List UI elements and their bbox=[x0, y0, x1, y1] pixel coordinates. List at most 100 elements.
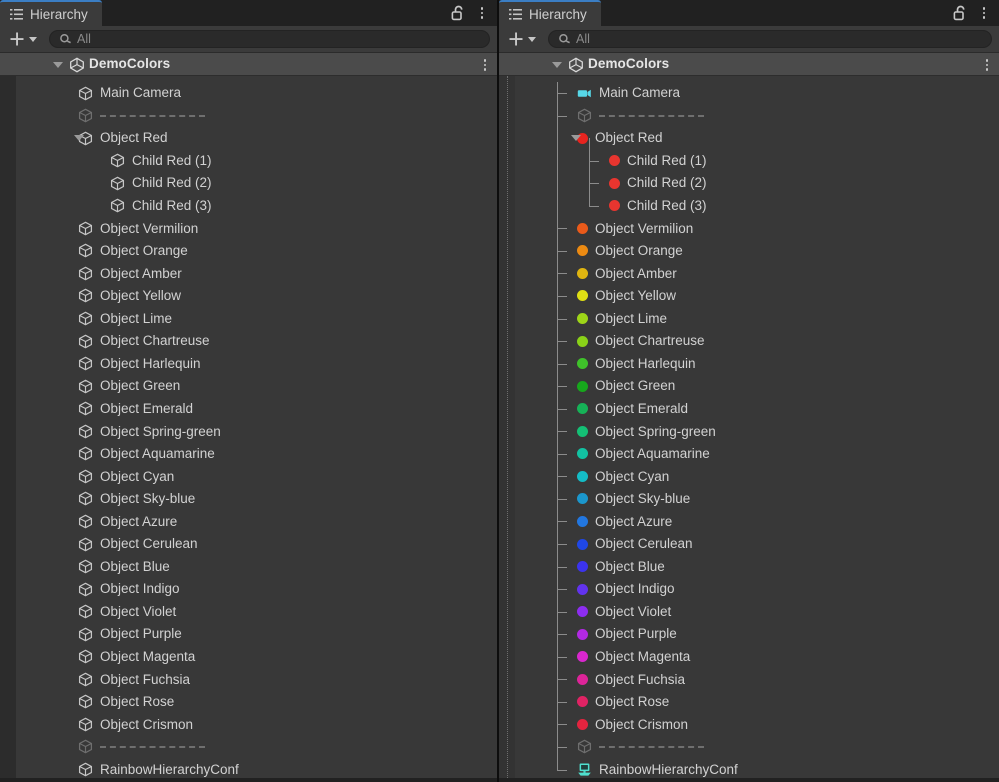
tab-label: Hierarchy bbox=[529, 6, 587, 22]
tree-row-expander-icon[interactable] bbox=[571, 135, 581, 142]
tree-row[interactable]: Object Cerulean bbox=[515, 533, 999, 555]
tree-row[interactable]: Object Harlequin bbox=[16, 353, 497, 375]
tree-row[interactable]: Object Cerulean bbox=[16, 533, 497, 555]
scene-expander-icon[interactable] bbox=[53, 62, 63, 68]
tree-row-label: Object Indigo bbox=[595, 581, 675, 597]
scene-expander-icon[interactable] bbox=[552, 62, 562, 68]
tree-row[interactable]: Object Sky-blue bbox=[16, 488, 497, 510]
tree-row[interactable]: Object Lime bbox=[16, 308, 497, 330]
tab-hierarchy[interactable]: Hierarchy bbox=[499, 0, 601, 26]
tree-row[interactable]: Object Purple bbox=[515, 623, 999, 645]
cube-icon bbox=[78, 334, 93, 349]
tree-row[interactable]: Object Blue bbox=[16, 556, 497, 578]
tree-row[interactable]: Object Red bbox=[515, 127, 999, 149]
search-input[interactable]: All bbox=[548, 30, 992, 48]
tree-row[interactable]: Object Chartreuse bbox=[16, 330, 497, 352]
tree-row-label: Object Cerulean bbox=[100, 536, 198, 552]
scene-row-democolors[interactable]: DemoColors bbox=[499, 53, 999, 76]
tree-row[interactable]: Object Vermilion bbox=[16, 217, 497, 239]
kebab-menu-icon[interactable] bbox=[978, 5, 990, 21]
lock-open-icon[interactable] bbox=[953, 5, 968, 21]
tree-separator-row[interactable] bbox=[16, 105, 497, 127]
tree-row[interactable]: Object Fuchsia bbox=[16, 668, 497, 690]
tree-row[interactable]: Object Purple bbox=[16, 623, 497, 645]
scene-name-label: DemoColors bbox=[89, 56, 171, 71]
tree-row[interactable]: Object Amber bbox=[515, 262, 999, 284]
tree-row[interactable]: Child Red (1) bbox=[515, 150, 999, 172]
tree-row[interactable]: Child Red (3) bbox=[16, 195, 497, 217]
kebab-menu-icon[interactable] bbox=[981, 57, 993, 73]
tree-row[interactable]: Main Camera bbox=[515, 82, 999, 104]
tree-row[interactable]: Child Red (3) bbox=[515, 195, 999, 217]
tree-row[interactable]: Object Orange bbox=[16, 240, 497, 262]
tree-row[interactable]: Object Green bbox=[16, 375, 497, 397]
tree-row[interactable]: Object Red bbox=[16, 127, 497, 149]
scene-row-democolors[interactable]: DemoColors bbox=[0, 53, 497, 76]
tree-row-label: Object Fuchsia bbox=[100, 671, 191, 687]
add-gameobject-button[interactable] bbox=[7, 30, 40, 48]
chevron-down-icon bbox=[29, 36, 37, 42]
tree-row[interactable]: Object Yellow bbox=[515, 285, 999, 307]
tree-row[interactable]: Object Aquamarine bbox=[515, 443, 999, 465]
tree-row[interactable]: Child Red (2) bbox=[16, 172, 497, 194]
tree-row[interactable]: Object Green bbox=[515, 375, 999, 397]
tree-row[interactable]: Object Lime bbox=[515, 308, 999, 330]
lock-open-icon[interactable] bbox=[451, 5, 466, 21]
tree-row[interactable]: Object Rose bbox=[515, 691, 999, 713]
tree-row[interactable]: Object Violet bbox=[16, 601, 497, 623]
tree-row[interactable]: Object Magenta bbox=[515, 646, 999, 668]
tree-row[interactable]: Object Indigo bbox=[16, 578, 497, 600]
tree-row[interactable]: Object Cyan bbox=[515, 465, 999, 487]
tree-row[interactable]: Object Fuchsia bbox=[515, 668, 999, 690]
tree-row[interactable]: Object Violet bbox=[515, 601, 999, 623]
tree-row[interactable]: Object Crismon bbox=[515, 713, 999, 735]
tree-row[interactable]: Object Blue bbox=[515, 556, 999, 578]
tree-row[interactable]: Object Harlequin bbox=[515, 353, 999, 375]
tree-row-label: Object Aquamarine bbox=[595, 446, 710, 462]
tree-row[interactable]: Main Camera bbox=[16, 82, 497, 104]
tree-row[interactable]: Object Yellow bbox=[16, 285, 497, 307]
cube-icon bbox=[78, 108, 93, 123]
plus-icon bbox=[508, 31, 524, 47]
tree-row[interactable]: Object Vermilion bbox=[515, 217, 999, 239]
tree-row[interactable]: Object Emerald bbox=[515, 398, 999, 420]
tree-row-label: Object Green bbox=[595, 378, 676, 394]
tree-row[interactable]: Child Red (2) bbox=[515, 172, 999, 194]
tree-row[interactable]: Object Spring-green bbox=[515, 420, 999, 442]
tree-row[interactable]: Object Spring-green bbox=[16, 420, 497, 442]
tree-row-label: Object Rose bbox=[100, 694, 175, 710]
tree-row[interactable]: Object Sky-blue bbox=[515, 488, 999, 510]
tree-separator-row[interactable] bbox=[16, 736, 497, 758]
tree-separator-row[interactable] bbox=[515, 105, 999, 127]
cube-icon bbox=[78, 379, 93, 394]
tree-row[interactable]: Object Azure bbox=[515, 510, 999, 532]
tab-hierarchy[interactable]: Hierarchy bbox=[0, 0, 102, 26]
row-color-dot bbox=[577, 628, 588, 640]
panel-bottom-edge bbox=[0, 778, 497, 782]
tree-row-label: Object Yellow bbox=[595, 288, 677, 304]
search-input[interactable]: All bbox=[49, 30, 490, 48]
tree-row[interactable]: Object Amber bbox=[16, 262, 497, 284]
tree-row-expander-icon[interactable] bbox=[74, 135, 84, 142]
tree-row[interactable]: Object Chartreuse bbox=[515, 330, 999, 352]
tree-row[interactable]: Object Aquamarine bbox=[16, 443, 497, 465]
tree-row[interactable]: Child Red (1) bbox=[16, 150, 497, 172]
tree-row-label: Object Red bbox=[595, 130, 663, 146]
tree-row[interactable]: Object Rose bbox=[16, 691, 497, 713]
tree-separator-row[interactable] bbox=[515, 736, 999, 758]
tree-row-label: Object Blue bbox=[100, 558, 170, 574]
tree-row[interactable]: Object Cyan bbox=[16, 465, 497, 487]
tree-row[interactable]: Object Orange bbox=[515, 240, 999, 262]
kebab-menu-icon[interactable] bbox=[476, 5, 488, 21]
tree-row[interactable]: Object Indigo bbox=[515, 578, 999, 600]
tab-bar: Hierarchy bbox=[0, 0, 497, 26]
hierarchy-toolbar: All bbox=[499, 26, 999, 53]
tree-row-label: Object Chartreuse bbox=[595, 333, 705, 349]
tree-row[interactable]: Object Azure bbox=[16, 510, 497, 532]
tree-row[interactable]: Object Crismon bbox=[16, 713, 497, 735]
kebab-menu-icon[interactable] bbox=[479, 57, 491, 73]
add-gameobject-button[interactable] bbox=[506, 30, 539, 48]
tab-bar-empty-space bbox=[101, 0, 451, 26]
tree-row[interactable]: Object Magenta bbox=[16, 646, 497, 668]
tree-row[interactable]: Object Emerald bbox=[16, 398, 497, 420]
